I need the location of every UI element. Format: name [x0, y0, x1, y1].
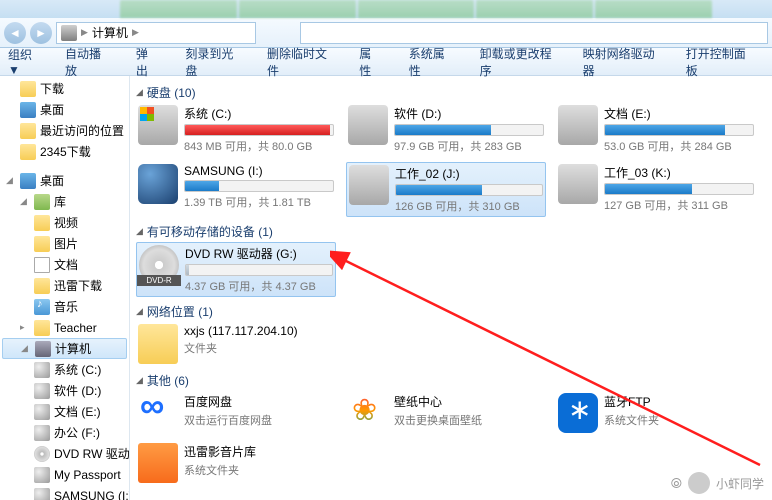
toolbar-sysprops[interactable]: 系统属性 — [395, 48, 466, 76]
toolbar-deltemp[interactable]: 删除临时文件 — [253, 48, 345, 76]
organize-button[interactable]: 组织 ▼ — [8, 46, 43, 77]
tree-item[interactable]: 图片 — [0, 233, 129, 254]
drive-icon — [138, 164, 178, 204]
app-icon — [138, 393, 178, 433]
drive-dvd[interactable]: DVD RW 驱动器 (G:) 4.37 GB 可用，共 4.37 GB — [136, 242, 336, 297]
tree-item[interactable]: 文档 (E:) — [0, 401, 129, 422]
tree-teacher[interactable]: ▸Teacher — [0, 317, 129, 338]
other-xunlei[interactable]: 迅雷影音片库 系统文件夹 — [136, 441, 336, 485]
xunlei-icon — [138, 443, 178, 483]
drive-icon — [558, 105, 598, 145]
tree-item[interactable]: 办公 (F:) — [0, 422, 129, 443]
search-input[interactable] — [300, 22, 768, 44]
other-item[interactable]: 百度网盘双击运行百度网盘 — [136, 391, 336, 435]
drive-item[interactable]: 工作_03 (K:) 127 GB 可用，共 311 GB — [556, 162, 756, 217]
toolbar-eject[interactable]: 弹出 — [122, 48, 171, 76]
dvd-icon — [139, 245, 179, 285]
breadcrumb-item[interactable]: 计算机 — [92, 24, 128, 41]
computer-icon — [61, 25, 77, 41]
network-location[interactable]: xxjs (117.117.204.10) 文件夹 — [136, 322, 336, 366]
section-removable[interactable]: ◢有可移动存储的设备 (1) — [136, 223, 766, 240]
tree-libraries[interactable]: ◢库 — [0, 191, 129, 212]
drive-icon — [558, 164, 598, 204]
section-other[interactable]: ◢其他 (6) — [136, 372, 766, 389]
tree-item[interactable]: 软件 (D:) — [0, 380, 129, 401]
drive-item[interactable]: 系统 (C:) 843 MB 可用，共 80.0 GB — [136, 103, 336, 156]
nav-bar: ◄ ► ▶ 计算机 ▶ — [0, 18, 772, 48]
content-pane: ◢硬盘 (10) 系统 (C:) 843 MB 可用，共 80.0 GB 软件 … — [130, 76, 772, 500]
tree-item[interactable]: 迅雷下载 — [0, 275, 129, 296]
tree-item[interactable]: 桌面 — [0, 99, 129, 120]
forward-button[interactable]: ► — [30, 22, 52, 44]
toolbar-controlpanel[interactable]: 打开控制面板 — [672, 48, 764, 76]
section-hdd[interactable]: ◢硬盘 (10) — [136, 84, 766, 101]
toolbar-mapdrive[interactable]: 映射网络驱动器 — [569, 48, 672, 76]
tree-item[interactable]: 2345下载 — [0, 141, 129, 162]
tree-item[interactable]: SAMSUNG (I:) — [0, 485, 129, 500]
tree-item[interactable]: My Passport — [0, 464, 129, 485]
titlebar — [0, 0, 772, 18]
tree-item[interactable]: 视频 — [0, 212, 129, 233]
app-icon — [348, 393, 388, 433]
toolbar: 组织 ▼ 自动播放 弹出 刻录到光盘 删除临时文件 属性 系统属性 卸载或更改程… — [0, 48, 772, 76]
avatar-icon — [688, 472, 710, 494]
tree-item[interactable]: DVD RW 驱动 — [0, 443, 129, 464]
folder-icon — [138, 324, 178, 364]
drive-item[interactable]: 软件 (D:) 97.9 GB 可用，共 283 GB — [346, 103, 546, 156]
breadcrumb[interactable]: ▶ 计算机 ▶ — [56, 22, 256, 44]
watermark: ⦾ 小虾同学 — [671, 472, 764, 494]
drive-icon — [138, 105, 178, 145]
other-item[interactable]: 蓝牙FTP系统文件夹 — [556, 391, 756, 435]
back-button[interactable]: ◄ — [4, 22, 26, 44]
chevron-icon: ▶ — [132, 27, 139, 38]
drive-icon — [349, 165, 389, 205]
tree-computer[interactable]: ◢计算机 — [2, 338, 127, 359]
nav-tree: 下载桌面最近访问的位置2345下载 ◢桌面 ◢库 视频图片文档迅雷下载音乐 ▸T… — [0, 76, 130, 500]
tree-item[interactable]: 最近访问的位置 — [0, 120, 129, 141]
toolbar-properties[interactable]: 属性 — [345, 48, 394, 76]
tree-item[interactable]: 下载 — [0, 78, 129, 99]
chevron-icon: ▶ — [81, 27, 88, 38]
other-item[interactable]: 壁纸中心双击更换桌面壁纸 — [346, 391, 546, 435]
toolbar-autoplay[interactable]: 自动播放 — [51, 48, 122, 76]
app-icon — [558, 393, 598, 433]
drive-item[interactable]: SAMSUNG (I:) 1.39 TB 可用，共 1.81 TB — [136, 162, 336, 217]
drive-icon — [348, 105, 388, 145]
section-network[interactable]: ◢网络位置 (1) — [136, 303, 766, 320]
tree-item[interactable]: 系统 (C:) — [0, 359, 129, 380]
tree-desktop[interactable]: ◢桌面 — [0, 170, 129, 191]
tree-item[interactable]: 音乐 — [0, 296, 129, 317]
toolbar-uninstall[interactable]: 卸载或更改程序 — [466, 48, 569, 76]
drive-item[interactable]: 文档 (E:) 53.0 GB 可用，共 284 GB — [556, 103, 756, 156]
drive-item[interactable]: 工作_02 (J:) 126 GB 可用，共 310 GB — [346, 162, 546, 217]
toolbar-burn[interactable]: 刻录到光盘 — [171, 48, 253, 76]
tree-item[interactable]: 文档 — [0, 254, 129, 275]
